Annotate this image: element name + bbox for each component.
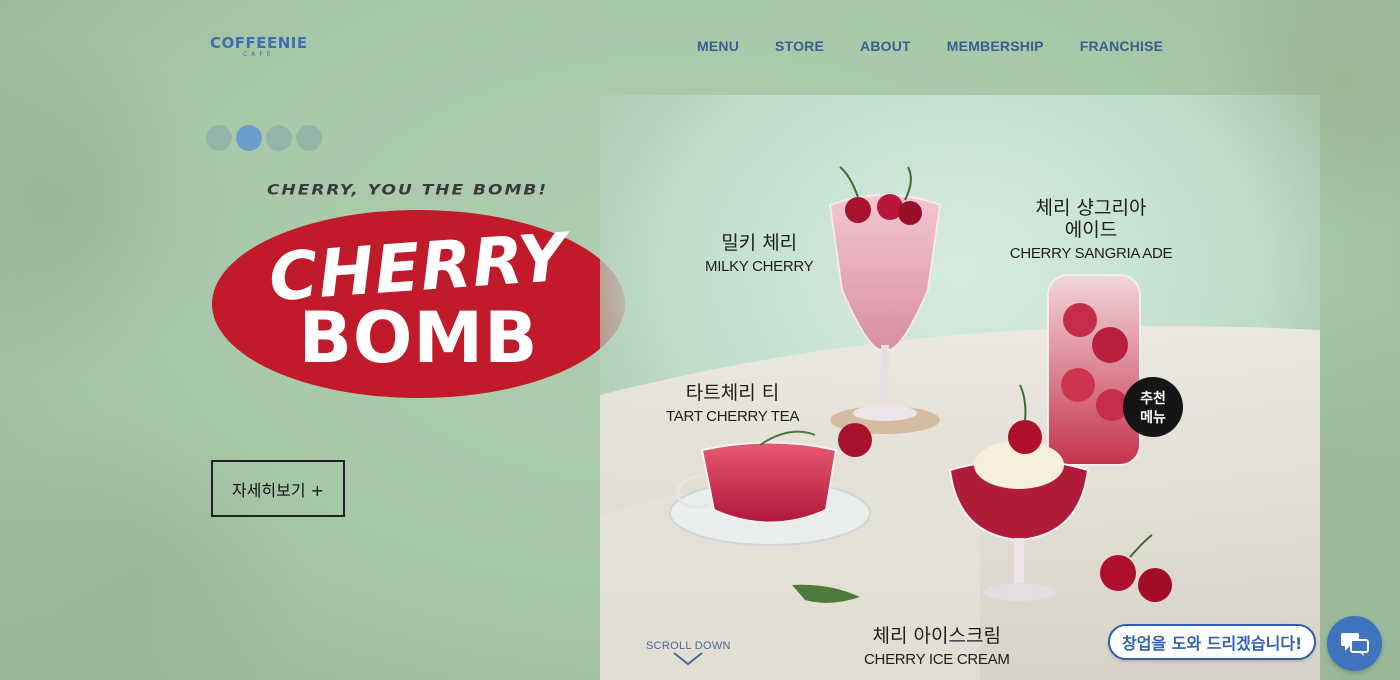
- brand-name: COFFEENIE: [210, 34, 308, 52]
- product-label-cherry-ice-cream: 체리 아이스크림 CHERRY ICE CREAM: [864, 625, 1010, 668]
- nav-menu[interactable]: MENU: [697, 38, 739, 54]
- recommended-badge: 추천 메뉴: [1123, 377, 1183, 437]
- main-nav: MENU STORE ABOUT MEMBERSHIP FRANCHISE: [697, 38, 1163, 54]
- nav-about[interactable]: ABOUT: [860, 38, 911, 54]
- slider-pagination: [206, 125, 322, 151]
- chevron-down-icon: [673, 652, 704, 666]
- product-label-tart-cherry-tea: 타트체리 티 TART CHERRY TEA: [666, 382, 800, 425]
- brand-sub: CAFE: [243, 51, 275, 58]
- scroll-down[interactable]: SCROLL DOWN: [646, 640, 731, 666]
- hero-tagline: CHERRY, YOU THE BOMB!: [267, 181, 549, 199]
- detail-button[interactable]: 자세히보기 +: [211, 460, 345, 517]
- svg-text:메뉴: 메뉴: [1140, 410, 1166, 426]
- product-label-sangria-ade: 체리 샹그리아 에이드 CHERRY SANGRIA ADE: [1009, 197, 1173, 262]
- chat-icon: [1340, 632, 1369, 656]
- logo-line-1: CHERRY: [267, 218, 570, 317]
- chat-button[interactable]: [1327, 616, 1382, 671]
- slider-dot[interactable]: [206, 125, 232, 151]
- svg-text:추천: 추천: [1140, 391, 1166, 407]
- cherry-bomb-logo: CHERRY BOMB: [212, 210, 625, 398]
- nav-franchise[interactable]: FRANCHISE: [1080, 38, 1163, 54]
- brand-logo[interactable]: COFFEENIE CAFE: [210, 34, 308, 58]
- nav-membership[interactable]: MEMBERSHIP: [947, 38, 1044, 54]
- scroll-down-label: SCROLL DOWN: [646, 640, 731, 652]
- chat-prompt-bubble[interactable]: 창업을 도와 드리겠습니다!: [1108, 624, 1317, 660]
- product-label-milky-cherry: 밀키 체리 MILKY CHERRY: [705, 232, 814, 275]
- nav-store[interactable]: STORE: [775, 38, 824, 54]
- slider-dot[interactable]: [266, 125, 292, 151]
- slider-dot[interactable]: [296, 125, 322, 151]
- product-photo: 추천 메뉴 밀키 체리 MILKY CHERRY 체리 샹그리아 에이드 CHE…: [600, 95, 1320, 680]
- logo-line-2: BOMB: [298, 297, 539, 379]
- slider-dot-active[interactable]: [236, 125, 262, 151]
